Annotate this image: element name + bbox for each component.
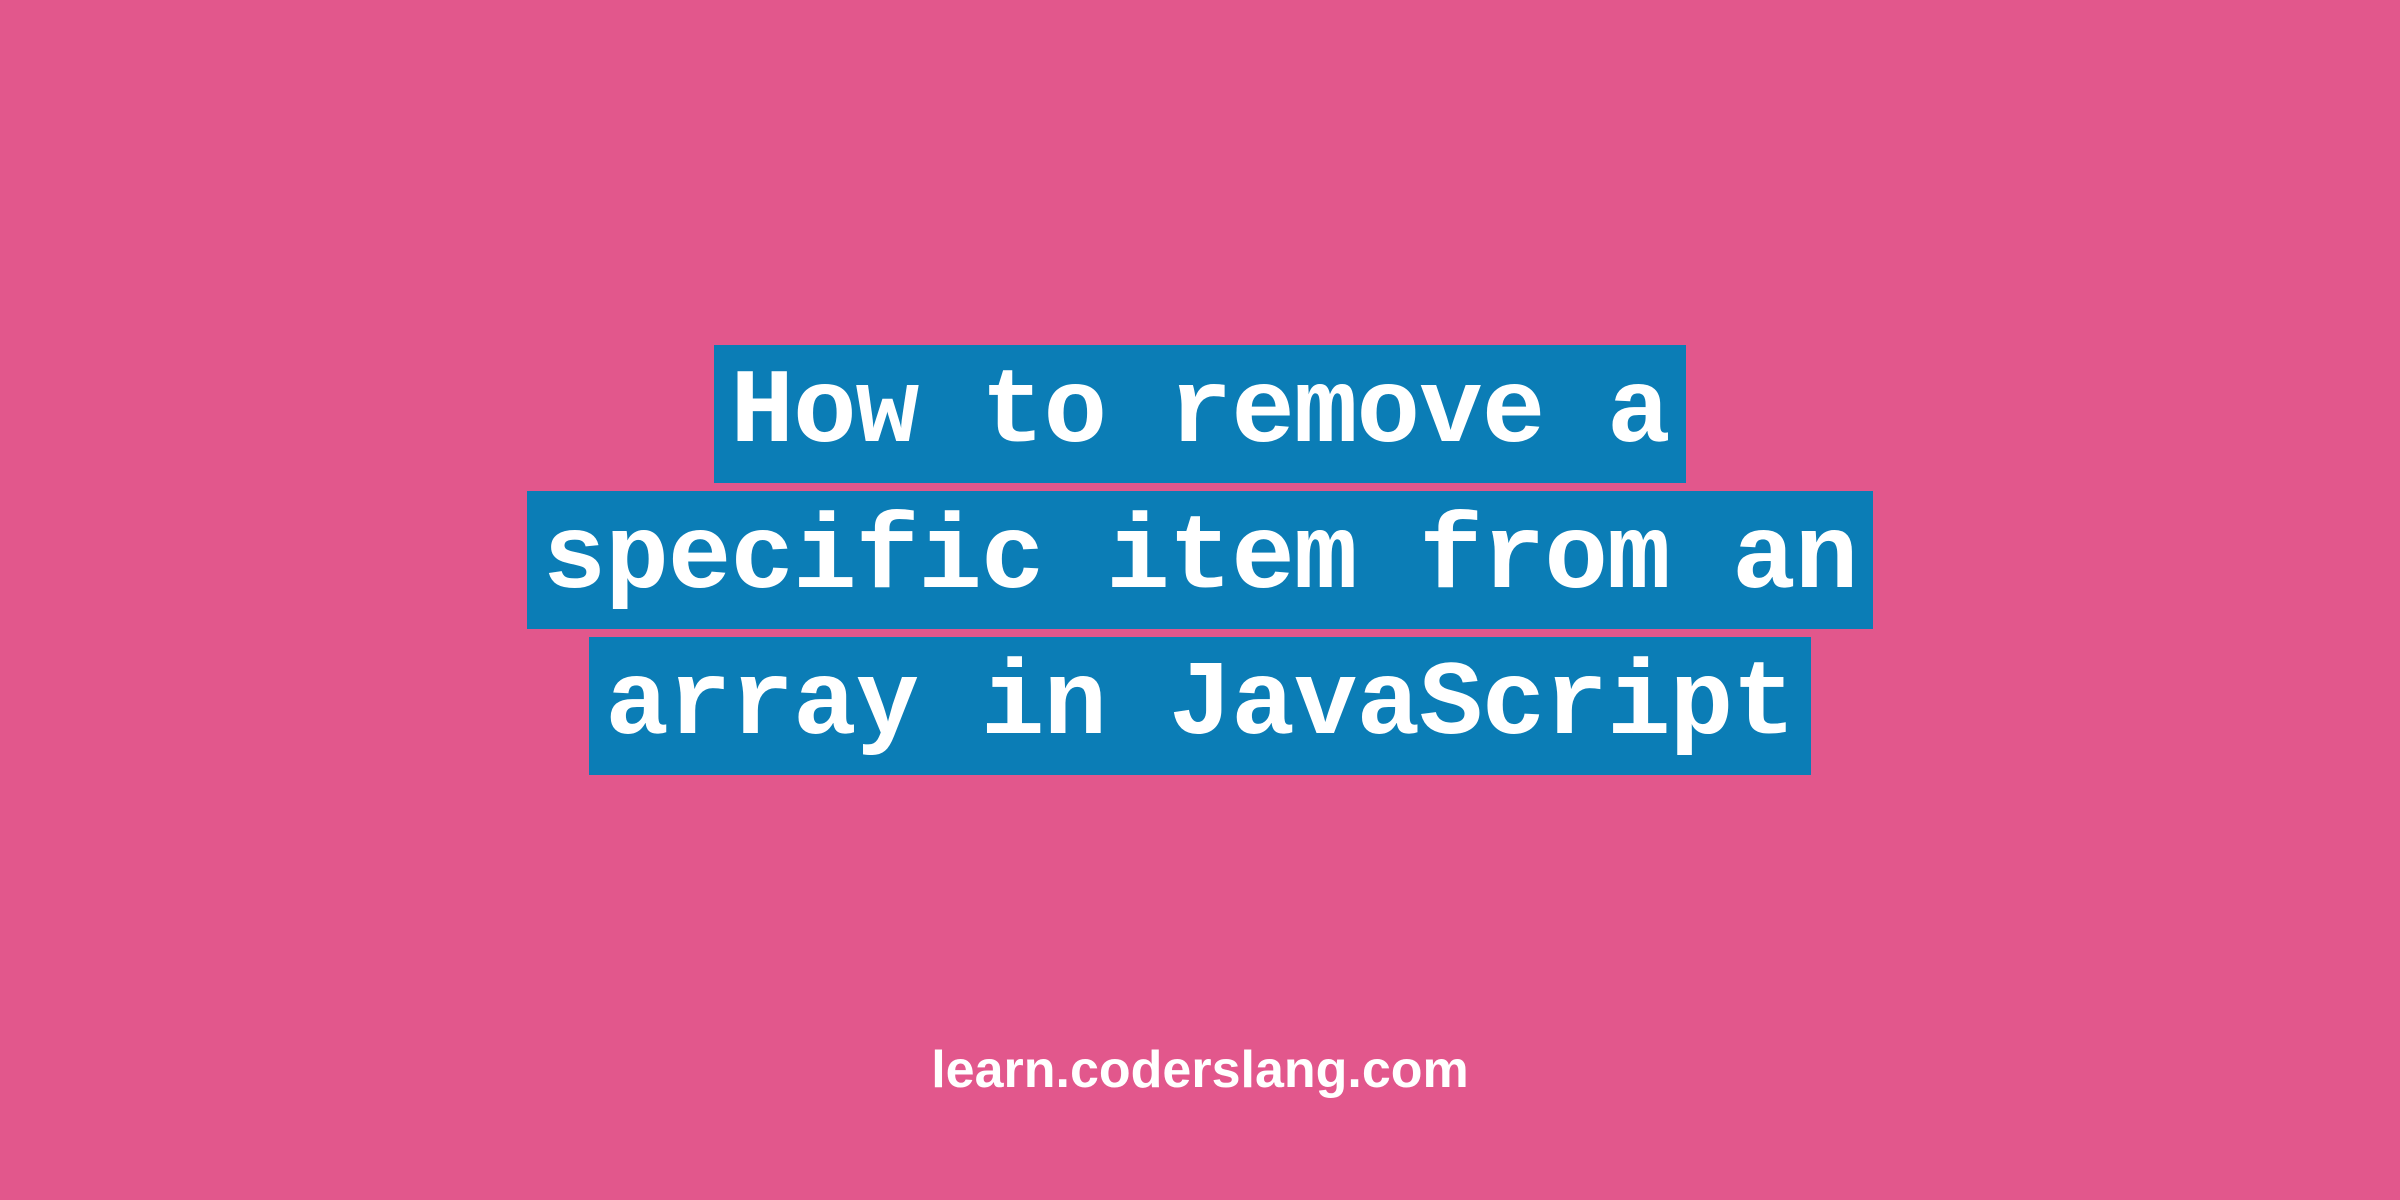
title-container: How to remove a specific item from an ar… bbox=[527, 341, 1874, 778]
title-line-3: array in JavaScript bbox=[589, 637, 1811, 775]
title-line-2: specific item from an bbox=[527, 491, 1874, 629]
title-line-1: How to remove a bbox=[714, 345, 1685, 483]
footer-url: learn.coderslang.com bbox=[931, 1040, 1469, 1100]
